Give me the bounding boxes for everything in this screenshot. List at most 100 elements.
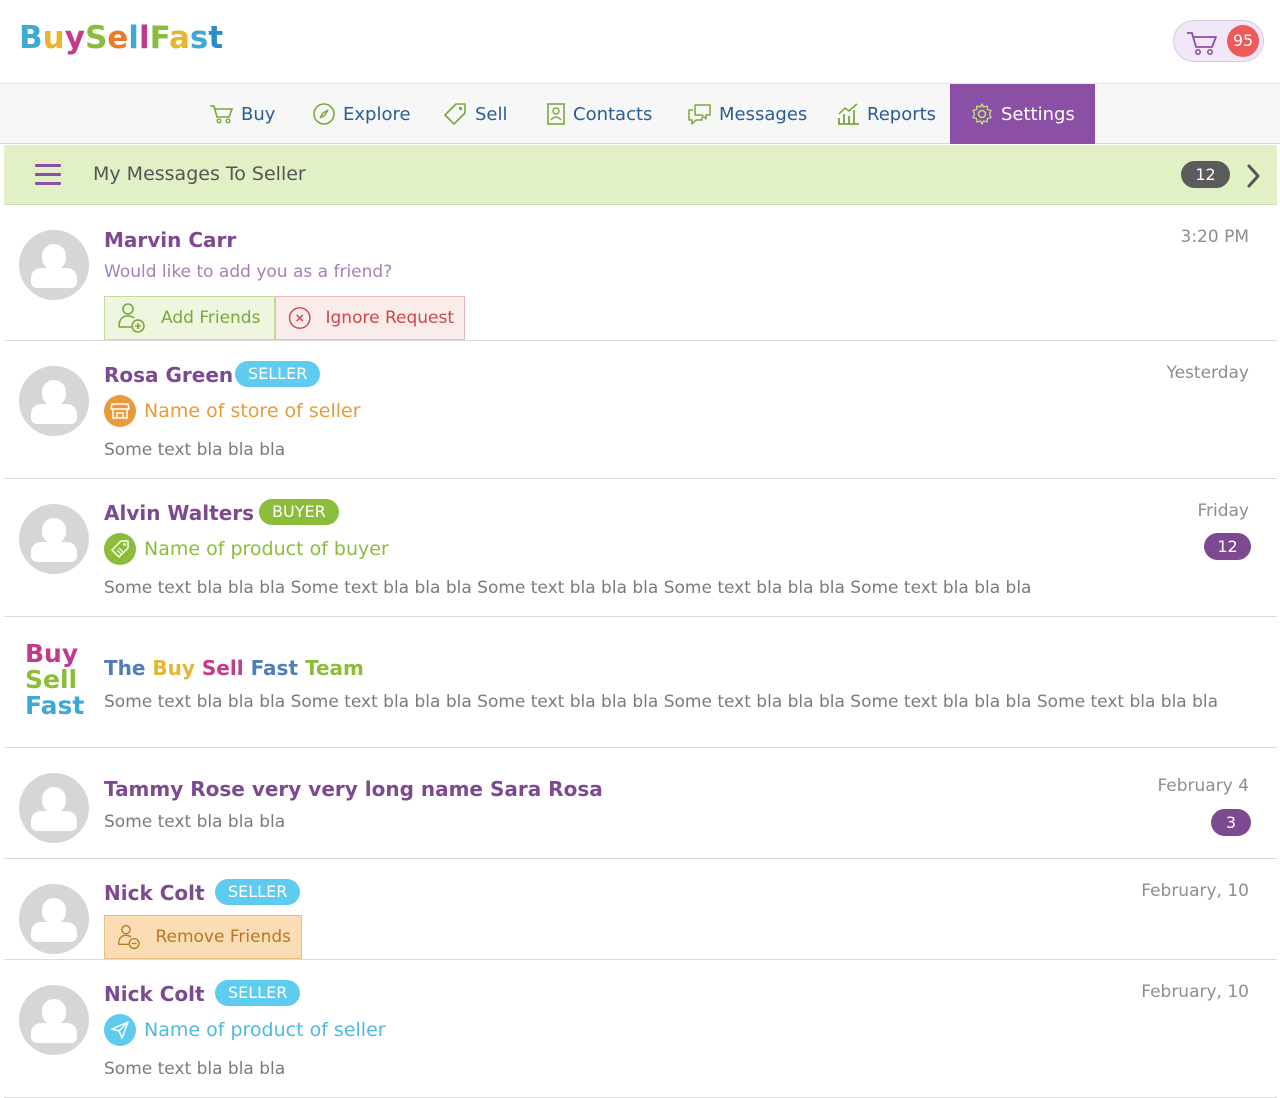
seller-badge: SELLER xyxy=(215,980,301,1006)
logo-letter: e xyxy=(107,20,129,56)
team-logo-line: Fast xyxy=(25,691,85,720)
seller-badge: SELLER xyxy=(235,361,321,387)
nav-item-buy[interactable]: Buy xyxy=(209,84,275,144)
sender-name[interactable]: Nick Colt xyxy=(104,982,205,1006)
nav-label: Settings xyxy=(1001,103,1075,125)
sender-name[interactable]: Alvin Walters xyxy=(104,501,254,525)
logo-letter: s xyxy=(189,20,209,56)
message-text: Some text bla bla bla xyxy=(104,1059,286,1079)
message-text: Some text bla bla bla xyxy=(104,812,286,832)
team-name-part: Team xyxy=(304,656,364,680)
store-icon xyxy=(104,395,136,427)
nav-item-messages[interactable]: Messages xyxy=(687,84,807,144)
avatar xyxy=(19,985,89,1055)
message-time: February, 10 xyxy=(1141,881,1249,901)
store-name: Name of store of seller xyxy=(144,400,361,422)
avatar xyxy=(19,504,89,574)
ignore-request-button[interactable]: Ignore Request xyxy=(275,296,465,340)
unread-count-badge: 3 xyxy=(1211,809,1251,836)
app-header: BuySellFast 95 xyxy=(0,0,1280,84)
sender-name[interactable]: Rosa Green xyxy=(104,363,233,387)
seller-badge: SELLER xyxy=(215,879,301,905)
main-nav: Buy Explore Sell Contacts Messages Repor… xyxy=(0,84,1280,144)
sender-name[interactable]: Tammy Rose very very long name Sara Rosa xyxy=(104,777,603,801)
cart-button[interactable]: 95 xyxy=(1173,20,1264,62)
message-item[interactable]: Rosa Green SELLER Yesterday Name of stor… xyxy=(4,341,1277,479)
gear-icon xyxy=(972,103,992,125)
logo-letter: y xyxy=(64,20,85,56)
store-link[interactable]: Name of store of seller xyxy=(104,395,361,427)
sender-name[interactable]: Marvin Carr xyxy=(104,228,236,252)
nav-item-contacts[interactable]: Contacts xyxy=(546,84,652,144)
nav-label: Sell xyxy=(475,103,508,125)
team-logo: Buy Sell Fast xyxy=(25,641,84,719)
message-time: Yesterday xyxy=(1166,363,1249,383)
brand-logo[interactable]: BuySellFast xyxy=(19,20,223,56)
sender-name[interactable]: Nick Colt xyxy=(104,881,205,905)
message-text: Some text bla bla bla Some text bla bla … xyxy=(104,578,1032,598)
product-link[interactable]: Name of product of buyer xyxy=(104,533,389,565)
compass-icon xyxy=(313,103,335,125)
logo-letter: a xyxy=(168,20,190,56)
message-text: Some text bla bla bla xyxy=(104,440,286,460)
team-name-part: Sell xyxy=(201,656,251,680)
message-time: Friday xyxy=(1197,501,1249,521)
chevron-right-icon[interactable] xyxy=(1244,162,1264,190)
message-item[interactable]: Nick Colt SELLER February, 10 Name of pr… xyxy=(4,960,1277,1098)
message-item[interactable]: Alvin Walters BUYER Friday 12 Name of pr… xyxy=(4,479,1277,617)
team-logo-line: Sell xyxy=(25,665,78,694)
contacts-icon xyxy=(547,103,565,125)
nav-item-sell[interactable]: Sell xyxy=(443,84,508,144)
close-circle-icon xyxy=(288,307,311,329)
button-label: Add Friends xyxy=(161,308,261,328)
nav-item-explore[interactable]: Explore xyxy=(312,84,411,144)
nav-label: Messages xyxy=(719,103,808,125)
nav-item-settings[interactable]: Settings xyxy=(950,84,1095,144)
nav-label: Reports xyxy=(867,103,937,125)
message-item[interactable]: Nick Colt SELLER February, 10 Remove Fri… xyxy=(4,859,1277,960)
logo-letter: S xyxy=(84,20,108,56)
remove-friends-button[interactable]: Remove Friends xyxy=(104,915,302,959)
message-item[interactable]: Tammy Rose very very long name Sara Rosa… xyxy=(4,748,1277,859)
product-name: Name of product of buyer xyxy=(144,538,389,560)
logo-letter: t xyxy=(208,20,224,56)
avatar xyxy=(19,884,89,954)
product-name: Name of product of seller xyxy=(144,1019,386,1041)
tag-icon xyxy=(104,533,136,565)
message-text: Some text bla bla bla Some text bla bla … xyxy=(104,692,1219,712)
buyer-badge: BUYER xyxy=(259,499,339,525)
add-friends-button[interactable]: Add Friends xyxy=(104,296,275,340)
team-name-part: Buy xyxy=(152,656,202,680)
button-label: Ignore Request xyxy=(325,308,454,328)
cart-count-badge: 95 xyxy=(1227,25,1259,57)
chart-icon xyxy=(838,103,859,125)
sender-name[interactable]: The Buy Sell Fast Team xyxy=(104,656,364,680)
hamburger-menu-icon[interactable] xyxy=(35,162,63,188)
message-time: February, 10 xyxy=(1141,982,1249,1002)
team-name-part: Fast xyxy=(250,656,305,680)
tag-icon xyxy=(444,103,466,125)
messages-toolbar: My Messages To Seller 12 xyxy=(4,145,1277,205)
cart-icon xyxy=(1187,32,1217,55)
product-link[interactable]: Name of product of seller xyxy=(104,1014,386,1046)
message-item[interactable]: Buy Sell Fast The Buy Sell Fast Team Som… xyxy=(4,617,1277,748)
logo-letter: l xyxy=(128,20,139,56)
unread-count-badge: 12 xyxy=(1204,533,1251,560)
nav-label: Buy xyxy=(241,103,276,125)
cart-icon xyxy=(210,105,234,124)
nav-label: Explore xyxy=(343,103,411,125)
message-count-badge: 12 xyxy=(1181,161,1230,188)
nav-item-reports[interactable]: Reports xyxy=(836,84,936,144)
nav-label: Contacts xyxy=(573,103,653,125)
avatar xyxy=(19,366,89,436)
send-icon xyxy=(104,1014,136,1046)
page-title: My Messages To Seller xyxy=(93,163,306,185)
message-time: February 4 xyxy=(1157,776,1249,796)
logo-letter: F xyxy=(149,20,169,56)
add-user-icon xyxy=(118,303,145,333)
team-logo-line: Buy xyxy=(25,639,79,668)
message-text: Would like to add you as a friend? xyxy=(104,262,393,282)
logo-letter: B xyxy=(19,20,43,56)
message-item[interactable]: Marvin Carr 3:20 PM Would like to add yo… xyxy=(4,205,1277,341)
logo-letter: l xyxy=(138,20,150,56)
